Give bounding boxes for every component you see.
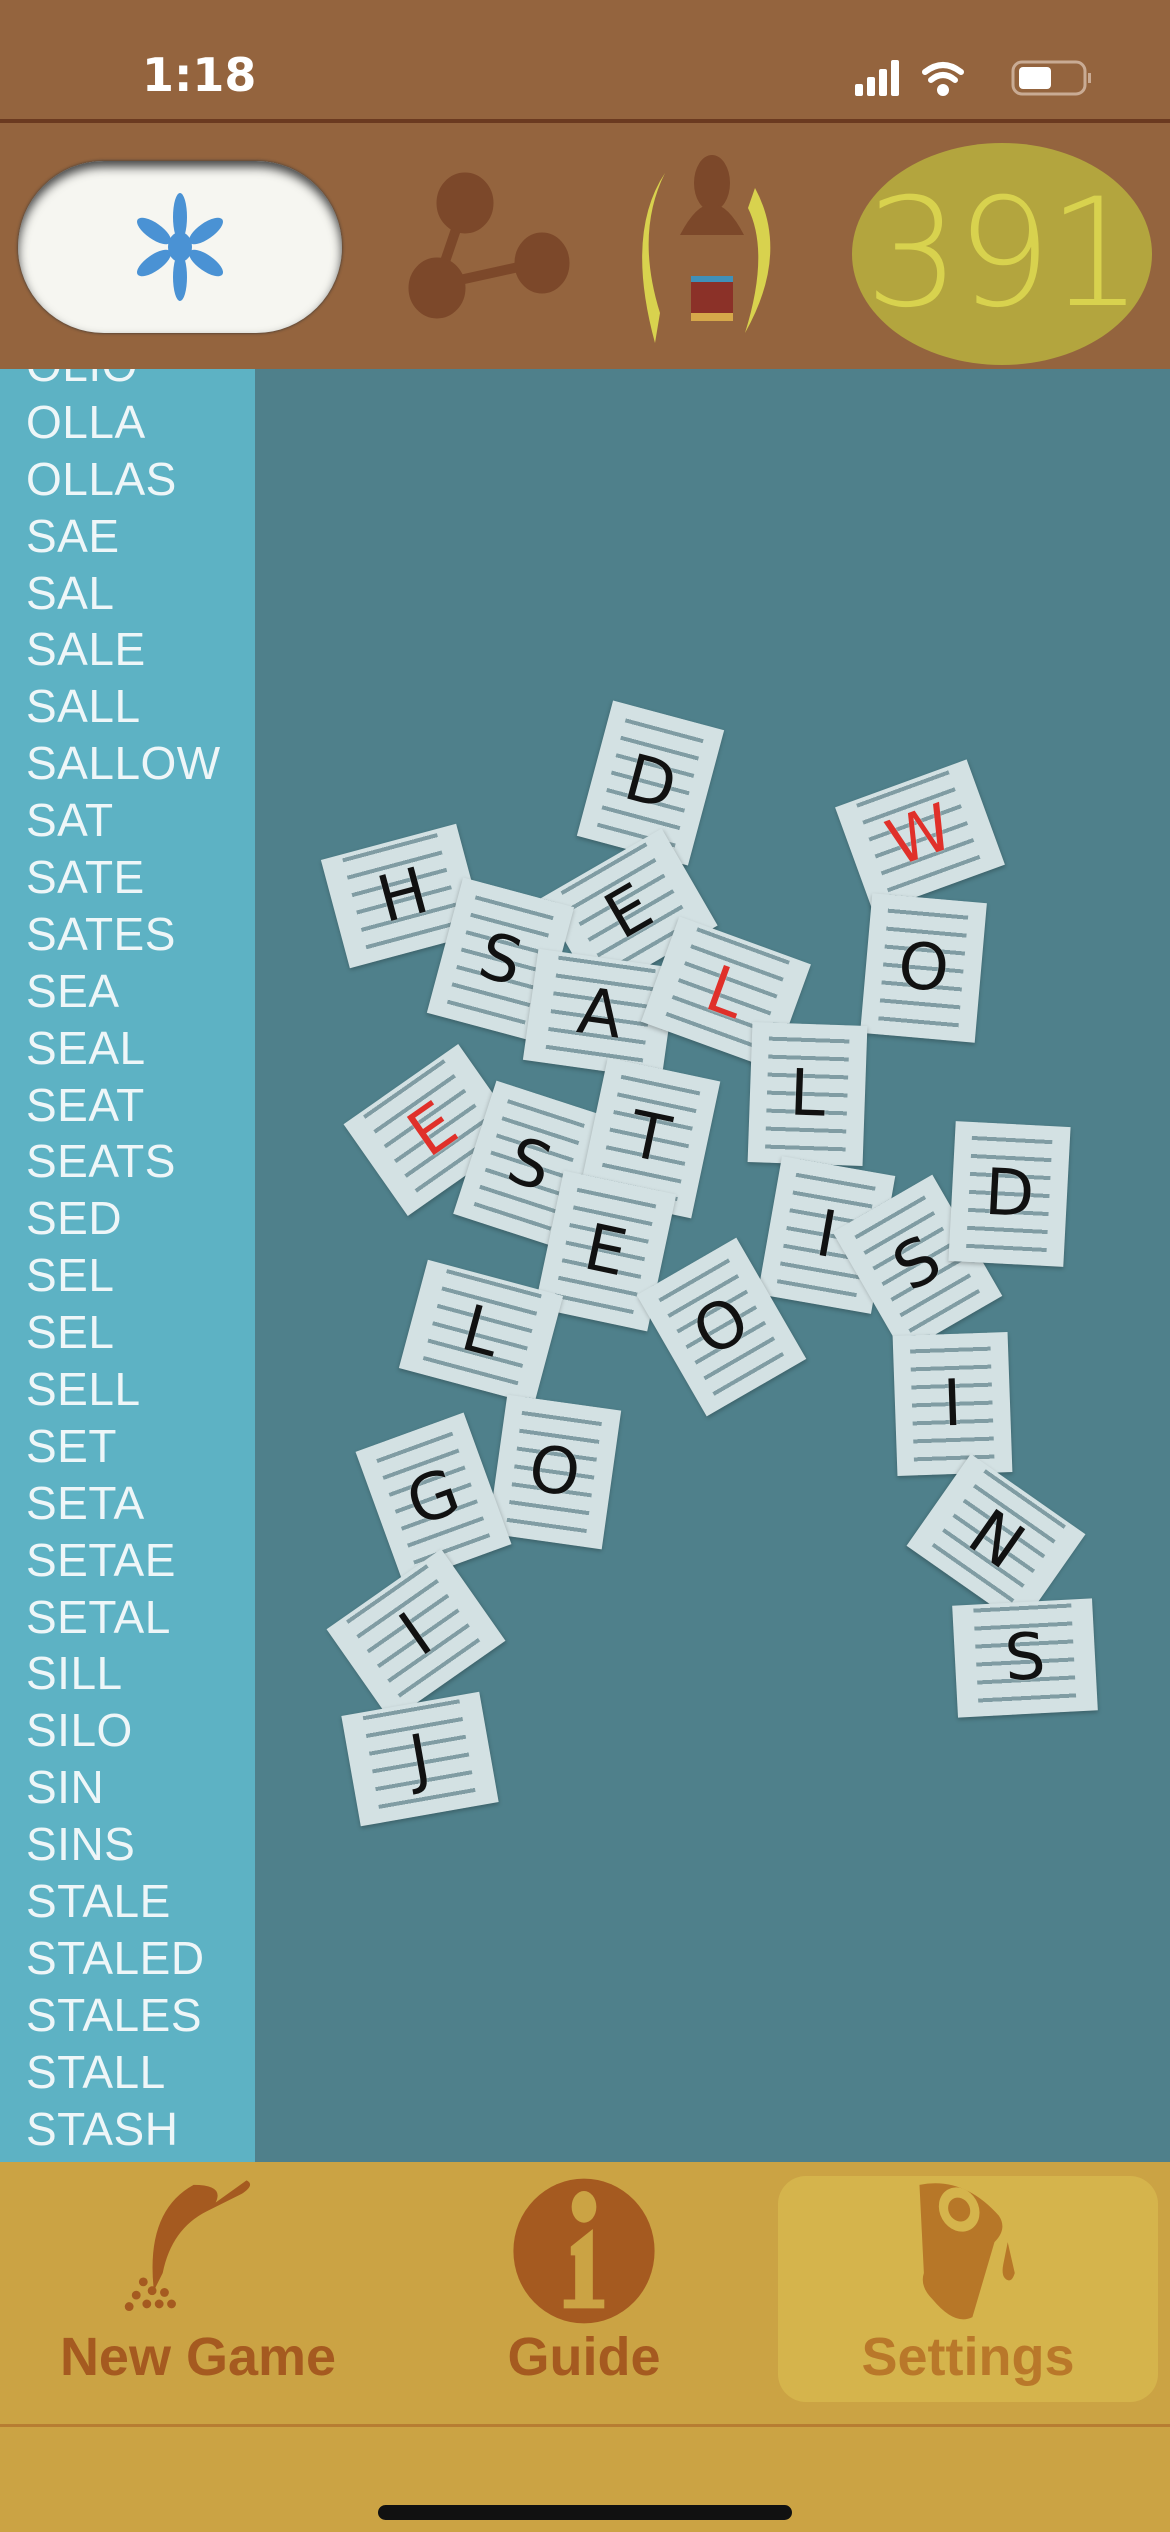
tile-letter: E [592,869,666,955]
tile-letter: E [577,1210,633,1292]
share-nodes-icon[interactable] [405,163,575,343]
word-list-item: STASH [26,2102,179,2155]
tab-new-game[interactable]: New Game [8,2176,388,2402]
word-list-item: SEATS [26,1135,176,1188]
letter-tile[interactable]: L [398,1259,564,1405]
tile-letter: O [523,1431,585,1513]
letter-tile[interactable]: S [952,1598,1098,1718]
tile-letter: E [395,1088,471,1172]
player-laurel-icon[interactable] [630,153,795,353]
letter-tile[interactable]: I [892,1332,1012,1476]
letter-tile[interactable]: D [947,1121,1071,1267]
sparkle-flower-icon [136,193,224,301]
word-list-item: SALL [26,680,141,733]
battery-icon [1011,60,1091,96]
word-list-item: SALE [26,623,146,676]
tile-letter: L [787,1056,827,1132]
tab-label: Settings [861,2327,1075,2387]
tile-letter: A [573,974,627,1054]
tile-letter: S [470,919,530,1001]
word-list-item: OLLA [26,395,146,448]
tab-label: Guide [507,2327,661,2387]
tab-label: New Game [59,2327,337,2387]
tile-letter: S [880,1221,954,1307]
letter-tile[interactable]: L [747,1022,867,1166]
word-list-item: SET [26,1419,117,1472]
letter-tile[interactable]: J [341,1691,499,1827]
found-words-list[interactable]: OLIOOLLAOLLASSAESALSALESALLSALLOWSATSATE… [0,369,255,2162]
tile-letter: I [941,1366,963,1442]
tile-letter: J [404,1720,436,1798]
word-list-item: SATES [26,907,176,960]
cup-icon [919,2183,1015,2320]
header: 391 [0,123,1170,369]
divider [0,2424,1170,2427]
word-list-item: SILO [26,1704,133,1757]
tile-letter: S [498,1123,560,1207]
cellular-signal-icon [855,60,899,96]
tab-bar: New Game Guide Settings [0,2162,1170,2532]
word-list-item: SETA [26,1476,145,1529]
tile-letter: W [877,790,963,882]
word-list-item: STALL [26,2045,166,2098]
word-list-item: SAT [26,794,114,847]
tile-letter: T [622,1097,676,1179]
home-indicator[interactable] [378,2505,792,2520]
word-list-item: SEL [26,1306,115,1359]
score-badge: 391 [852,143,1152,365]
word-list-item: SALLOW [26,737,221,790]
word-list-item: SEA [26,964,120,1017]
status-bar: 1:18 [0,0,1170,120]
word-list-item: SEAT [26,1078,145,1131]
wifi-icon [922,62,964,96]
word-list-item: SINS [26,1818,136,1871]
word-list-item: SELL [26,1363,141,1416]
letter-tile[interactable]: O [487,1394,621,1550]
tile-letter: L [454,1291,508,1373]
tile-letter: S [1002,1619,1048,1697]
letter-tile[interactable]: W [835,759,1005,913]
info-icon [513,2178,655,2324]
word-list-item: STALES [26,1988,202,2041]
tile-letter: G [397,1454,469,1542]
word-list-item: SAE [26,509,120,562]
word-list-item: OLLAS [26,452,177,505]
word-list-item: SEL [26,1249,115,1302]
word-list-item: SED [26,1192,123,1245]
word-list-item: SEAL [26,1021,146,1074]
game-board[interactable]: DWHESALOLESTEISDOLIOGNISJ [255,369,1170,2162]
word-list-item: STALED [26,1931,205,1984]
tile-letter: D [982,1155,1036,1233]
word-list-item: SETAE [26,1533,176,1586]
tile-letter: O [680,1282,762,1372]
status-icons [855,60,1091,96]
tile-letter: D [616,740,684,826]
tile-letter: I [387,1599,445,1671]
tile-letter: L [696,952,756,1034]
status-time: 1:18 [142,48,257,102]
word-list-item: SIN [26,1761,105,1814]
hint-button[interactable] [18,161,342,333]
word-list-item: SILL [26,1647,123,1700]
word-list-item: STALE [26,1875,171,1928]
tab-guide[interactable]: Guide [394,2176,774,2402]
word-list-item: SAL [26,566,115,619]
tile-letter: O [894,928,952,1008]
tab-settings[interactable]: Settings [778,2176,1158,2402]
tile-letter: N [955,1495,1037,1585]
word-list-item: OLIO [26,369,221,394]
word-list-item: SATE [26,851,145,904]
tile-letter: H [370,854,436,938]
word-list-item: SETAL [26,1590,171,1643]
scoop-beans-icon [124,2180,251,2311]
letter-tile[interactable]: O [859,893,987,1043]
